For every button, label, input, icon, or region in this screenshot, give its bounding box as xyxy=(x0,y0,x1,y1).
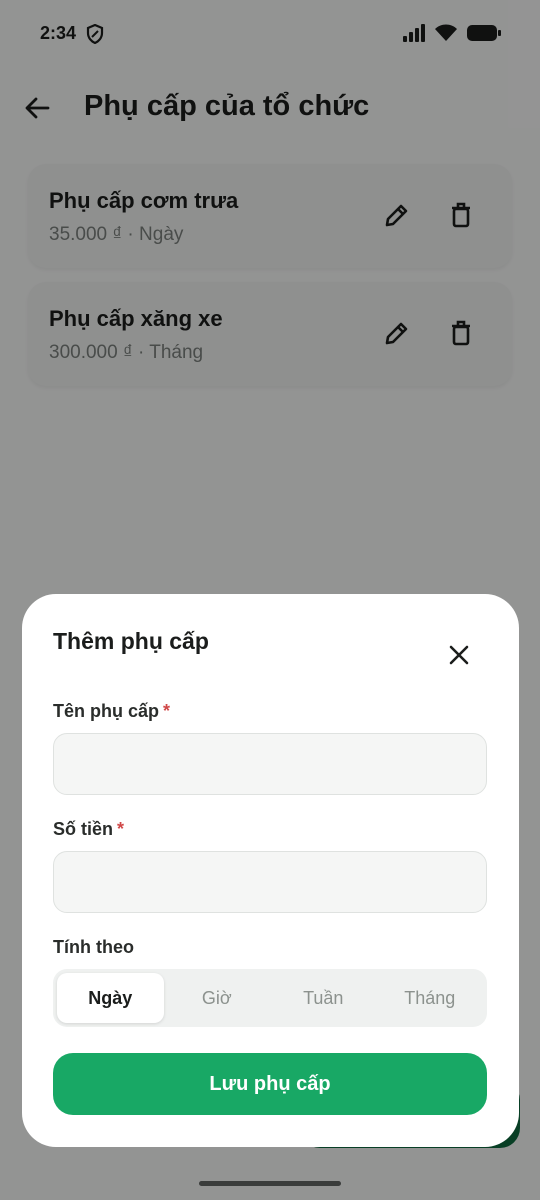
period-option-month[interactable]: Tháng xyxy=(377,973,484,1023)
close-icon[interactable] xyxy=(446,642,472,668)
required-mark: * xyxy=(117,819,125,839)
add-allowance-sheet: Thêm phụ cấp Tên phụ cấp * Số tiền * Tính … xyxy=(22,594,519,1147)
home-indicator[interactable] xyxy=(199,1181,341,1186)
amount-label-text: Số tiền xyxy=(53,819,114,839)
amount-field-label: Số tiền * xyxy=(53,819,124,840)
name-field-label: Tên phụ cấp * xyxy=(53,701,170,722)
save-allowance-button[interactable]: Lưu phụ cấp xyxy=(53,1053,487,1115)
period-label: Tính theo xyxy=(53,937,134,957)
sheet-title: Thêm phụ cấp xyxy=(53,628,209,654)
period-option-hour[interactable]: Giờ xyxy=(164,973,271,1023)
period-segmented-control: Ngày Giờ Tuần Tháng xyxy=(53,969,487,1027)
amount-input[interactable] xyxy=(53,851,487,913)
period-option-day[interactable]: Ngày xyxy=(57,973,164,1023)
allowance-name-input[interactable] xyxy=(53,733,487,795)
name-label-text: Tên phụ cấp xyxy=(53,701,160,721)
period-option-week[interactable]: Tuần xyxy=(270,973,377,1023)
required-mark: * xyxy=(163,701,171,721)
